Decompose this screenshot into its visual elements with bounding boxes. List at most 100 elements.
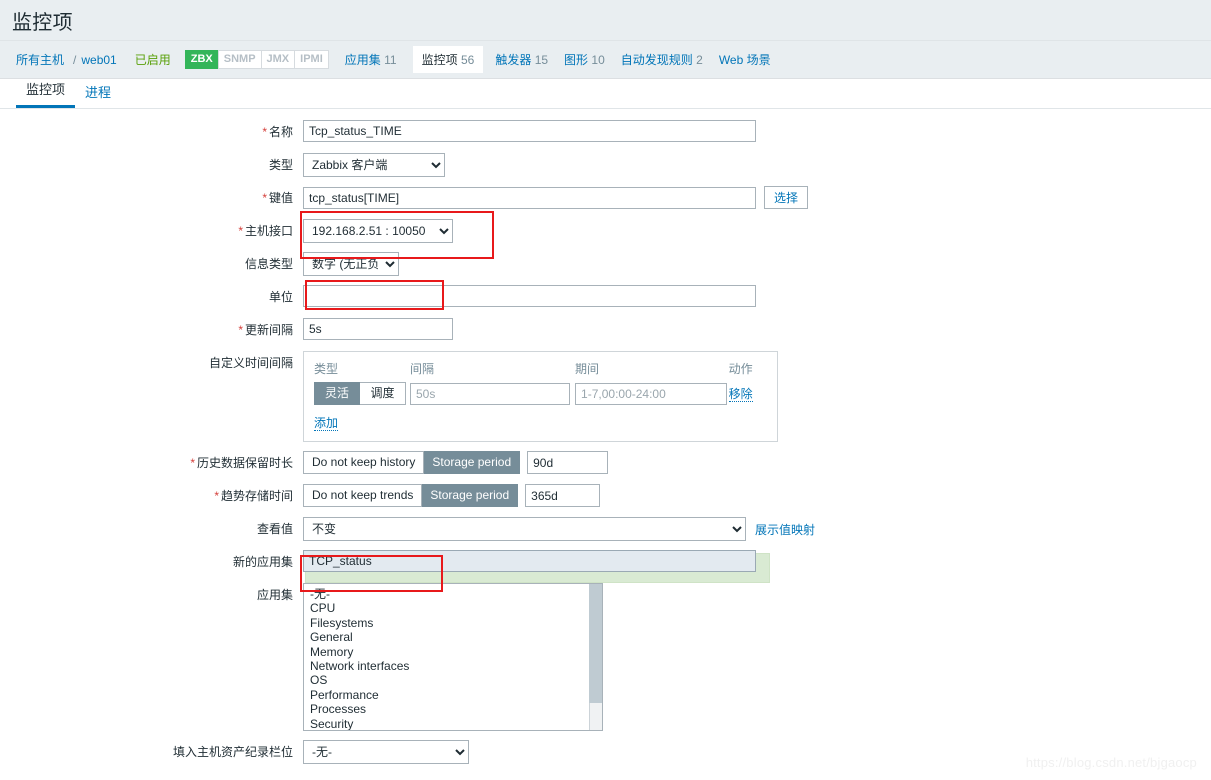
- breadcrumb-tab-triggers-count: 15: [534, 53, 549, 67]
- custom-intervals-box: 类型 间隔 期间 动作 灵活 调度 50s 1-7,00:00-24:00 移除…: [303, 351, 778, 442]
- trends-storage-period-button[interactable]: Storage period: [422, 484, 519, 507]
- interval-remove-link[interactable]: 移除: [728, 387, 753, 402]
- breadcrumb-tab-discovery-count: 2: [696, 53, 703, 67]
- application-option[interactable]: Filesystems: [308, 616, 602, 630]
- application-option[interactable]: Network interfaces: [308, 659, 602, 673]
- value-map-select[interactable]: 不变: [303, 517, 746, 541]
- custom-interval-row: 灵活 调度 移除: [314, 382, 767, 405]
- row-units: 单位: [0, 285, 1211, 309]
- interval-type-toggle: 灵活 调度: [314, 382, 410, 405]
- protocol-badge-zbx: ZBX: [184, 50, 218, 69]
- field-info-type: 数字 (无正负): [303, 252, 399, 276]
- label-name: * 名称: [262, 125, 293, 139]
- row-name: * 名称: [0, 120, 1211, 144]
- units-input[interactable]: [303, 285, 756, 307]
- application-option[interactable]: Memory: [308, 645, 602, 659]
- application-option[interactable]: General: [308, 630, 602, 644]
- tab-processes[interactable]: 进程: [75, 82, 121, 108]
- interval-add-link[interactable]: 添加: [314, 416, 339, 431]
- field-value-map: 不变 展示值映射: [303, 517, 815, 541]
- tab-items[interactable]: 监控项: [16, 79, 76, 108]
- update-interval-input[interactable]: [303, 318, 453, 340]
- show-value-mappings-link[interactable]: 展示值映射: [755, 521, 815, 538]
- type-select[interactable]: Zabbix 客户端: [303, 153, 445, 177]
- required-marker-name: *: [262, 125, 267, 139]
- item-form: *名称 类型 Zabbix 客户端 *键值 选择 *主机接口 192.16: [0, 109, 1211, 764]
- protocol-badge-snmp: SNMP: [217, 50, 261, 69]
- history-do-not-keep-button[interactable]: Do not keep history: [303, 451, 425, 474]
- field-history: Do not keep history Storage period: [303, 451, 609, 474]
- protocol-badge-jmx: JMX: [260, 50, 295, 69]
- field-type: Zabbix 客户端: [303, 153, 445, 177]
- label-trends: * 趋势存储时间: [214, 489, 293, 503]
- application-option[interactable]: OS: [308, 673, 602, 687]
- custom-intervals-header: 类型 间隔 期间 动作: [314, 360, 767, 377]
- field-new-application: [303, 550, 756, 572]
- label-update-interval: * 更新间隔: [238, 323, 293, 337]
- key-select-button[interactable]: 选择: [764, 186, 809, 209]
- field-name: [303, 120, 756, 142]
- breadcrumb-host[interactable]: web01: [81, 53, 116, 67]
- breadcrumb-tab-applications[interactable]: 应用集 11: [345, 51, 397, 68]
- breadcrumb-tab-web-label: Web 场景: [718, 53, 771, 67]
- required-marker-trends: *: [214, 489, 219, 503]
- breadcrumb-tab-triggers-label: 触发器: [495, 53, 532, 67]
- custom-intervals-add-row: 添加: [314, 414, 767, 431]
- interval-period-cell: [575, 382, 729, 405]
- breadcrumb-tab-web[interactable]: Web 场景: [719, 51, 771, 68]
- label-units: 单位: [268, 290, 293, 304]
- row-custom-intervals: 自定义时间间隔 类型 间隔 期间 动作 灵活 调度 50s 1-7,00:00-…: [0, 351, 1211, 442]
- label-inventory-field: 填入主机资产纪录栏位: [172, 745, 293, 759]
- row-type: 类型 Zabbix 客户端: [0, 153, 1211, 177]
- breadcrumb-tab-applications-count: 11: [384, 53, 397, 67]
- breadcrumb-tab-items-label: 监控项: [421, 53, 458, 67]
- protocol-badges: ZBX SNMP JMX IPMI: [184, 50, 329, 69]
- application-option[interactable]: Performance: [308, 688, 602, 702]
- label-type: 类型: [268, 158, 293, 172]
- application-option[interactable]: -无-: [308, 587, 602, 601]
- inventory-field-select[interactable]: -无-: [303, 740, 469, 764]
- interval-period-input[interactable]: [575, 382, 728, 405]
- host-interface-select[interactable]: 192.168.2.51 : 10050: [303, 219, 453, 243]
- new-application-input[interactable]: [303, 550, 756, 572]
- row-value-map: 查看值 不变 展示值映射: [0, 517, 1211, 541]
- interval-type-flexible-button[interactable]: 灵活: [314, 382, 360, 405]
- breadcrumb-tab-items-count: 56: [460, 53, 475, 67]
- history-period-input[interactable]: [527, 451, 609, 474]
- applications-listbox[interactable]: -无- CPU Filesystems General Memory Netwo…: [303, 583, 603, 731]
- trends-period-input[interactable]: [525, 484, 601, 507]
- field-update-interval: [303, 318, 453, 340]
- trends-do-not-keep-button[interactable]: Do not keep trends: [303, 484, 423, 507]
- applications-scrollbar-thumb[interactable]: [589, 584, 602, 703]
- row-applications: 应用集 -无- CPU Filesystems General Memory N…: [0, 583, 1211, 731]
- row-info-type: 信息类型 数字 (无正负): [0, 252, 1211, 276]
- breadcrumb-tab-graphs[interactable]: 图形 10: [564, 51, 605, 68]
- row-update-interval: * 更新间隔: [0, 318, 1211, 342]
- host-status: 已启用: [134, 53, 171, 67]
- application-option[interactable]: Processes: [308, 702, 602, 716]
- watermark: https://blog.csdn.net/bjgaocp: [1025, 755, 1197, 770]
- field-host-interface: 192.168.2.51 : 10050: [303, 219, 453, 243]
- breadcrumb-tab-items[interactable]: 监控项 56: [412, 46, 484, 73]
- info-type-select[interactable]: 数字 (无正负): [303, 252, 399, 276]
- breadcrumb-tab-triggers[interactable]: 触发器 15: [495, 51, 548, 68]
- application-option[interactable]: Security: [308, 717, 602, 730]
- page-title: 监控项: [12, 11, 73, 34]
- breadcrumb-separator: /: [73, 52, 77, 67]
- interval-value-input[interactable]: [409, 382, 570, 405]
- row-history: * 历史数据保留时长 Do not keep history Storage pe…: [0, 451, 1211, 475]
- breadcrumb-all-hosts[interactable]: 所有主机: [16, 51, 64, 68]
- interval-type-scheduling-button[interactable]: 调度: [360, 382, 406, 405]
- breadcrumb-tab-discovery-label: 自动发现规则: [620, 53, 693, 67]
- row-key: *键值 选择: [0, 186, 1211, 210]
- interval-value-cell: [409, 382, 575, 405]
- applications-scrollbar-track[interactable]: [589, 584, 602, 730]
- name-input[interactable]: [303, 120, 756, 142]
- key-input[interactable]: [303, 186, 756, 209]
- history-mode-toggle: Do not keep history Storage period: [303, 451, 521, 474]
- history-storage-period-button[interactable]: Storage period: [424, 451, 521, 474]
- label-applications: 应用集: [256, 588, 293, 602]
- application-option[interactable]: CPU: [308, 601, 602, 615]
- breadcrumb-tab-discovery[interactable]: 自动发现规则 2: [621, 51, 703, 68]
- column-header-interval: 间隔: [409, 362, 434, 376]
